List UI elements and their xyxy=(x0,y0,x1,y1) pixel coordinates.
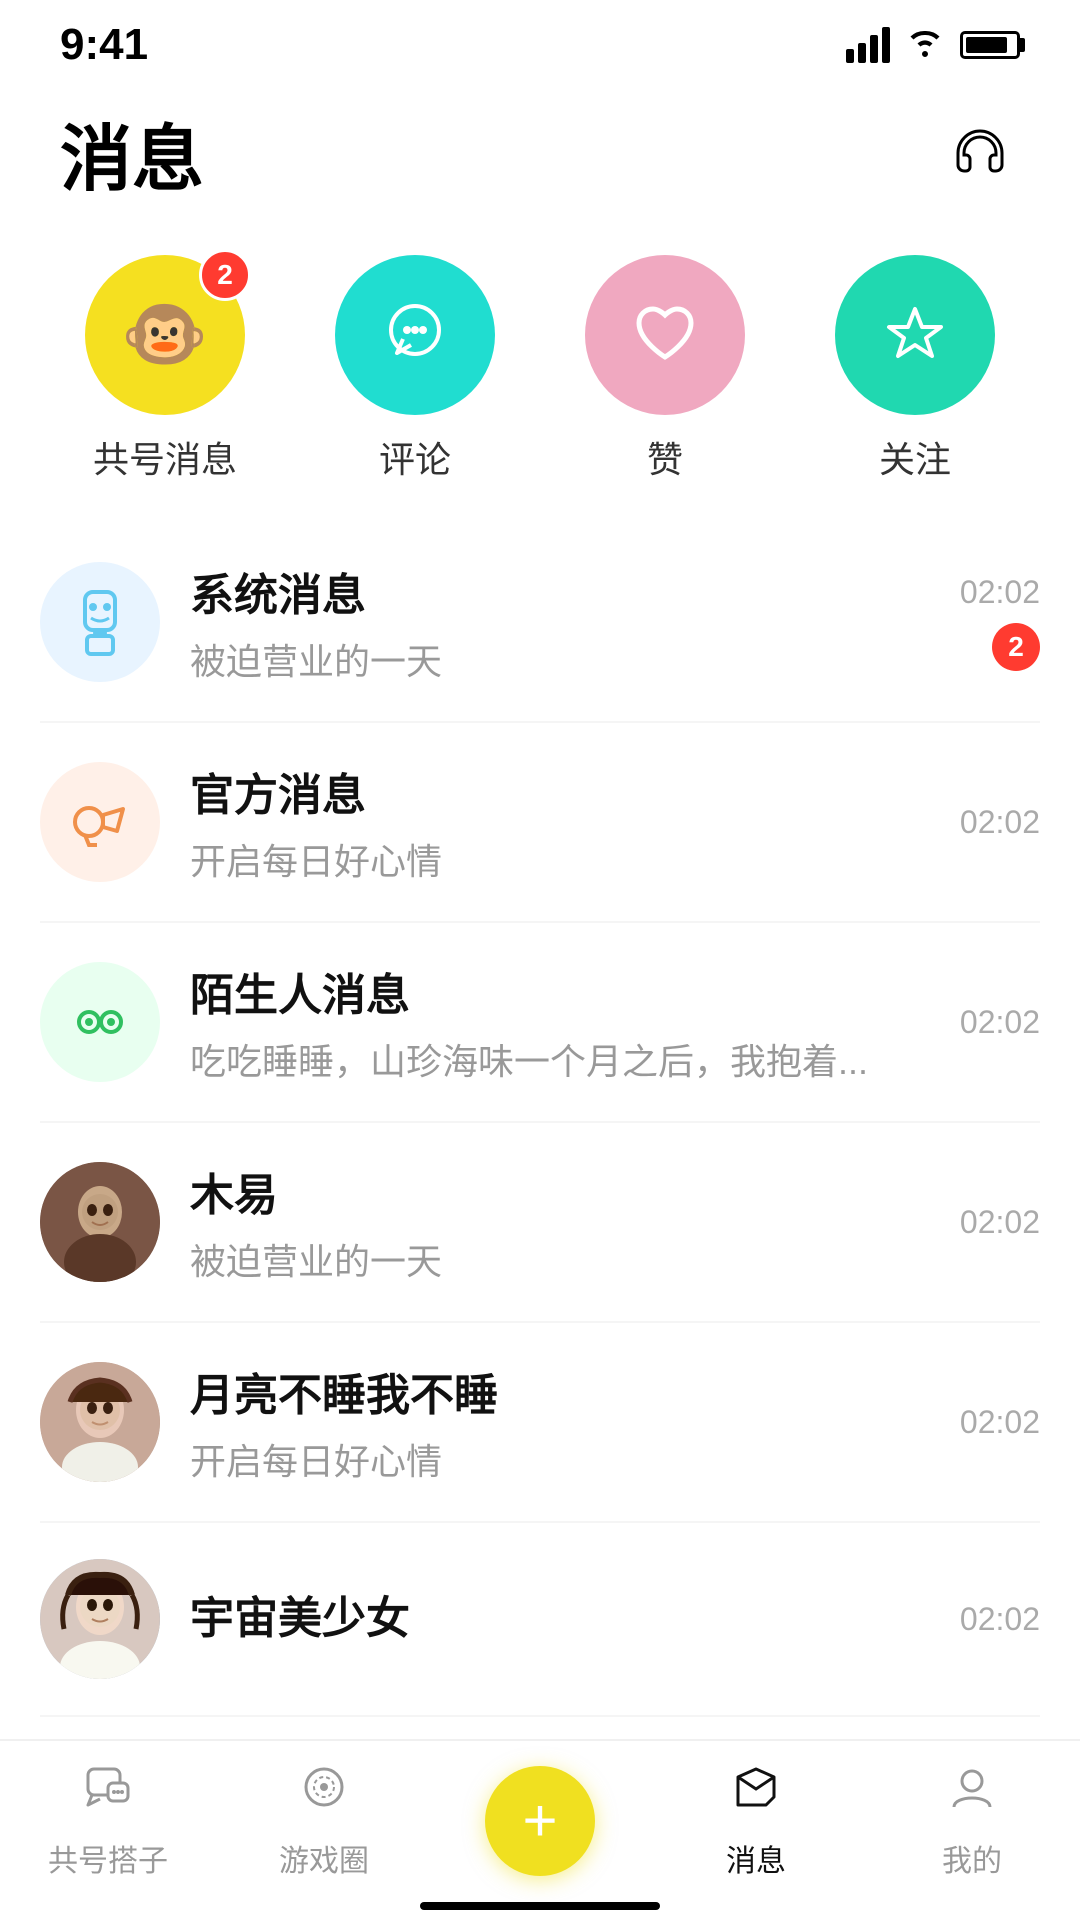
system-avatar-circle xyxy=(40,562,160,682)
moon-msg-preview: 开启每日好心情 xyxy=(190,1433,930,1485)
cosmo-avatar xyxy=(40,1559,160,1679)
message-item-cosmo[interactable]: 宇宙美少女 02:02 xyxy=(40,1523,1040,1717)
stranger-msg-preview: 吃吃睡睡，山珍海味一个月之后，我抱着... xyxy=(190,1033,930,1085)
chat-nav-icon xyxy=(82,1761,134,1826)
moon-msg-name: 月亮不睡我不睡 xyxy=(190,1359,930,1423)
muyi-msg-time: 02:02 xyxy=(960,1204,1040,1241)
category-follow-label: 关注 xyxy=(879,431,951,483)
stranger-msg-name: 陌生人消息 xyxy=(190,959,930,1023)
message-item-muyi[interactable]: 木易 被迫营业的一天 02:02 xyxy=(40,1123,1040,1323)
system-msg-name: 系统消息 xyxy=(190,559,930,623)
message-item-moon[interactable]: 月亮不睡我不睡 开启每日好心情 02:02 xyxy=(40,1323,1040,1523)
avatar-moon xyxy=(40,1362,160,1482)
muyi-msg-preview: 被迫营业的一天 xyxy=(190,1233,930,1285)
moon-msg-time: 02:02 xyxy=(960,1404,1040,1441)
category-comment-label: 评论 xyxy=(379,431,451,483)
stranger-msg-meta: 02:02 xyxy=(960,1004,1040,1041)
muyi-msg-content: 木易 被迫营业的一天 xyxy=(190,1159,930,1285)
category-like[interactable]: 赞 xyxy=(585,255,745,483)
official-avatar-circle xyxy=(40,762,160,882)
nav-item-mine[interactable]: 我的 xyxy=(892,1761,1052,1880)
message-list: 系统消息 被迫营业的一天 02:02 2 官方消息 开启每日好心情 02:0 xyxy=(0,523,1080,1717)
avatar-stranger xyxy=(40,962,160,1082)
category-shared-label: 共号消息 xyxy=(93,431,237,483)
official-msg-meta: 02:02 xyxy=(960,804,1040,841)
headset-icon xyxy=(948,121,1012,185)
category-comment[interactable]: 评论 xyxy=(335,255,495,483)
cosmo-msg-meta: 02:02 xyxy=(960,1601,1040,1638)
plus-button[interactable]: + xyxy=(485,1766,595,1876)
cosmo-msg-content: 宇宙美少女 xyxy=(190,1582,930,1656)
avatar-official xyxy=(40,762,160,882)
avatar-system xyxy=(40,562,160,682)
stranger-msg-content: 陌生人消息 吃吃睡睡，山珍海味一个月之后，我抱着... xyxy=(190,959,930,1085)
nav-item-chat[interactable]: 共号搭子 xyxy=(28,1761,188,1880)
headset-button[interactable] xyxy=(940,113,1020,193)
category-comment-circle xyxy=(335,255,495,415)
home-indicator xyxy=(420,1902,660,1910)
official-msg-preview: 开启每日好心情 xyxy=(190,833,930,885)
page-title: 消息 xyxy=(60,100,204,205)
muyi-msg-meta: 02:02 xyxy=(960,1204,1040,1241)
shared-badge: 2 xyxy=(199,249,251,301)
official-msg-name: 官方消息 xyxy=(190,759,930,823)
avatar-muyi xyxy=(40,1162,160,1282)
status-time: 9:41 xyxy=(60,20,148,70)
cosmo-msg-time: 02:02 xyxy=(960,1601,1040,1638)
system-msg-preview: 被迫营业的一天 xyxy=(190,633,930,685)
cosmo-msg-name: 宇宙美少女 xyxy=(190,1582,930,1646)
status-icons xyxy=(846,24,1020,66)
muyi-avatar xyxy=(40,1162,160,1282)
chat-nav-label: 共号搭子 xyxy=(48,1836,168,1880)
game-nav-icon xyxy=(298,1761,350,1826)
system-msg-meta: 02:02 2 xyxy=(960,574,1040,671)
moon-avatar xyxy=(40,1362,160,1482)
mine-nav-label: 我的 xyxy=(942,1836,1002,1880)
message-nav-icon xyxy=(730,1761,782,1826)
nav-item-game[interactable]: 游戏圈 xyxy=(244,1761,404,1880)
system-msg-content: 系统消息 被迫营业的一天 xyxy=(190,559,930,685)
category-shared[interactable]: 🐵 2 共号消息 xyxy=(85,255,245,483)
muyi-msg-name: 木易 xyxy=(190,1159,930,1223)
nav-item-plus[interactable]: + xyxy=(460,1766,620,1876)
avatar-cosmo xyxy=(40,1559,160,1679)
wifi-icon xyxy=(906,24,944,66)
category-shared-circle: 🐵 2 xyxy=(85,255,245,415)
bottom-navigation: 共号搭子 游戏圈 + 消息 xyxy=(0,1739,1080,1920)
mine-nav-icon xyxy=(946,1761,998,1826)
message-item-official[interactable]: 官方消息 开启每日好心情 02:02 xyxy=(40,723,1040,923)
system-msg-badge: 2 xyxy=(992,623,1040,671)
game-nav-label: 游戏圈 xyxy=(279,1836,369,1880)
system-msg-time: 02:02 xyxy=(960,574,1040,611)
message-item-stranger[interactable]: 陌生人消息 吃吃睡睡，山珍海味一个月之后，我抱着... 02:02 xyxy=(40,923,1040,1123)
official-msg-content: 官方消息 开启每日好心情 xyxy=(190,759,930,885)
category-section: 🐵 2 共号消息 评论 赞 xyxy=(0,235,1080,523)
category-follow[interactable]: 关注 xyxy=(835,255,995,483)
moon-msg-meta: 02:02 xyxy=(960,1404,1040,1441)
nav-item-message[interactable]: 消息 xyxy=(676,1761,836,1880)
stranger-msg-time: 02:02 xyxy=(960,1004,1040,1041)
signal-icon xyxy=(846,27,890,63)
stranger-avatar-circle xyxy=(40,962,160,1082)
page-header: 消息 xyxy=(0,80,1080,235)
category-like-circle xyxy=(585,255,745,415)
message-nav-label: 消息 xyxy=(726,1836,786,1880)
official-msg-time: 02:02 xyxy=(960,804,1040,841)
category-like-label: 赞 xyxy=(647,431,683,483)
plus-icon: + xyxy=(522,1791,557,1851)
battery-icon xyxy=(960,31,1020,59)
moon-msg-content: 月亮不睡我不睡 开启每日好心情 xyxy=(190,1359,930,1485)
category-follow-circle xyxy=(835,255,995,415)
status-bar: 9:41 xyxy=(0,0,1080,80)
message-item-system[interactable]: 系统消息 被迫营业的一天 02:02 2 xyxy=(40,523,1040,723)
